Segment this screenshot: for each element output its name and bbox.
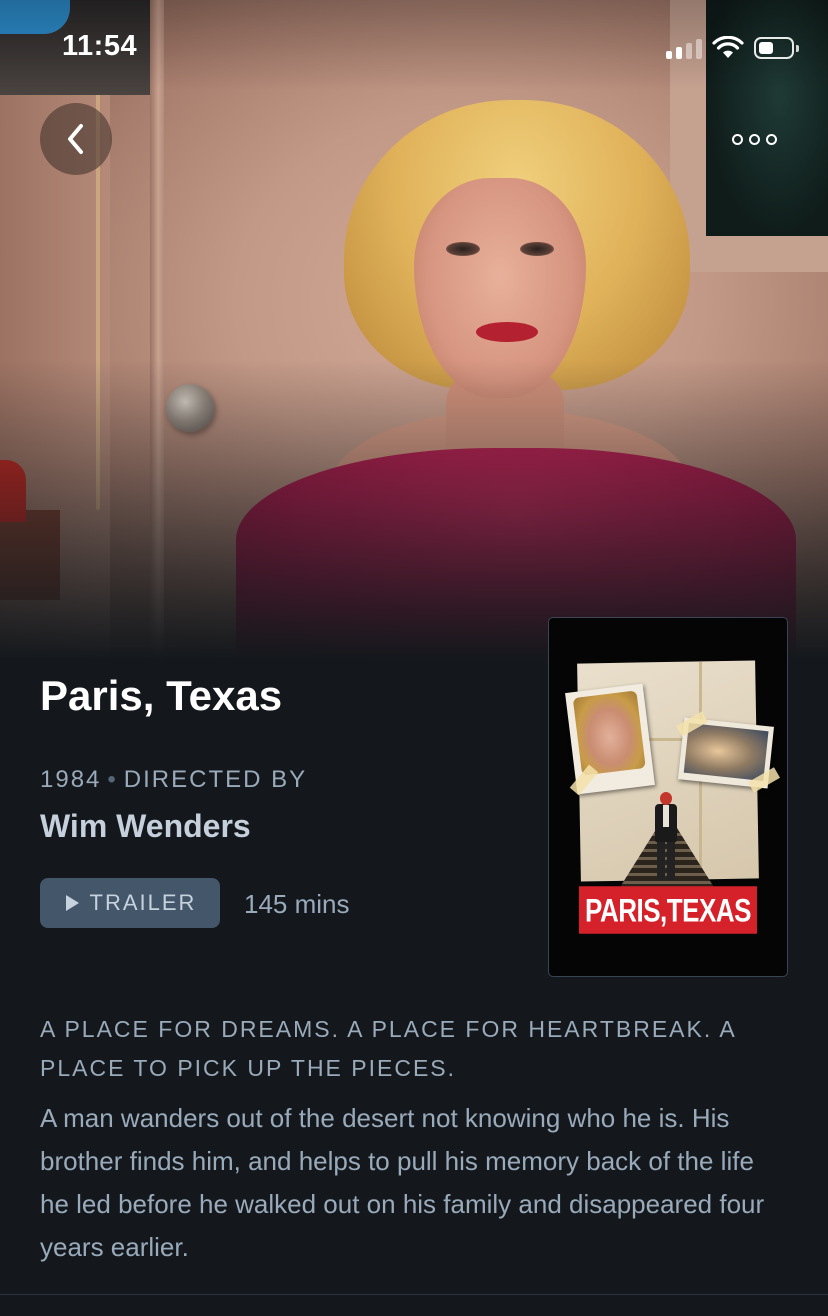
director-link[interactable]: Wim Wenders: [40, 808, 251, 845]
wifi-icon: [712, 36, 744, 58]
film-backdrop-image: [0, 0, 828, 660]
cellular-signal-icon: [666, 37, 702, 59]
poster-title: PARIS,TEXAS: [579, 886, 757, 934]
runtime: 145 mins: [244, 889, 350, 919]
film-poster[interactable]: PARIS,TEXAS: [548, 617, 788, 977]
trailer-label: TRAILER: [89, 890, 197, 915]
play-icon: [65, 895, 79, 911]
more-options-button[interactable]: [724, 122, 784, 156]
film-title: Paris, Texas: [40, 672, 283, 719]
status-time: 11:54: [62, 30, 138, 62]
film-meta: 1984 • DIRECTED BY: [40, 766, 307, 794]
film-synopsis: A man wanders out of the desert not know…: [40, 1103, 765, 1262]
battery-icon: [754, 37, 799, 59]
release-year[interactable]: 1984: [40, 766, 101, 793]
more-horizontal-icon: [731, 133, 743, 145]
film-detail-screen: 11:54 Paris, Texas 1984 • DIRECTED BY Wim …: [0, 0, 828, 1316]
chevron-left-icon: [68, 124, 83, 154]
trailer-button[interactable]: TRAILER: [40, 878, 220, 928]
status-icons: [666, 36, 799, 60]
directed-by-label: DIRECTED BY: [123, 766, 308, 793]
film-tagline: A PLACE FOR DREAMS. A PLACE FOR HEARTBRE…: [40, 1016, 736, 1081]
separator-dot: •: [107, 766, 118, 793]
back-button[interactable]: [40, 103, 112, 175]
section-divider: [0, 1294, 828, 1295]
